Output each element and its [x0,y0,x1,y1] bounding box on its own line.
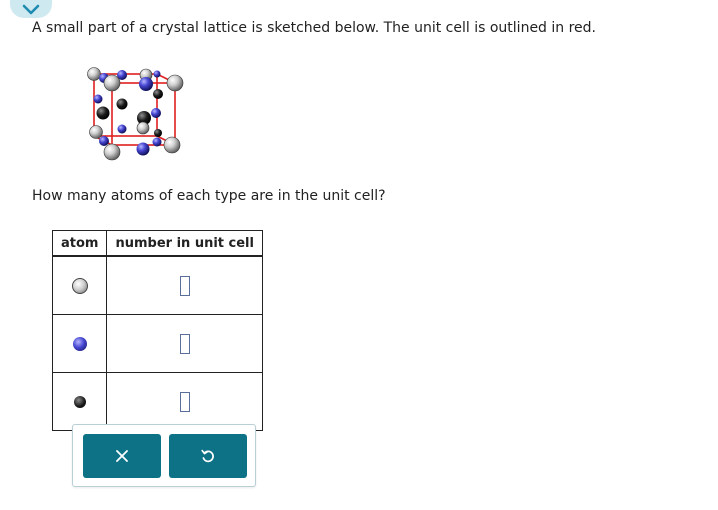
black-atom-icon [73,395,86,408]
gray-atom-icon [71,277,88,294]
table-row [51,372,263,431]
table-row [51,255,263,315]
clear-button[interactable] [83,434,161,478]
question-text: How many atoms of each type are in the u… [32,188,386,204]
crystal-lattice-image [87,67,184,161]
undo-button[interactable] [169,434,247,478]
gray-atom-count-input[interactable] [179,275,190,296]
column-header-number: number in unit cell [106,230,263,257]
blue-atom-icon [72,336,87,351]
chevron-down-icon [22,4,40,15]
x-icon [116,450,128,462]
blue-atom-count-input[interactable] [179,333,190,354]
prompt-text: A small part of a crystal lattice is ske… [32,20,596,36]
table-row [51,314,263,373]
column-header-atom: atom [51,230,108,257]
undo-icon [201,449,214,463]
black-atom-count-input[interactable] [179,391,190,412]
lattice-atoms [87,67,184,161]
atom-count-table: atom number in unit cell [51,230,263,431]
answer-action-panel [72,424,256,487]
collapse-toggle[interactable] [10,0,52,18]
